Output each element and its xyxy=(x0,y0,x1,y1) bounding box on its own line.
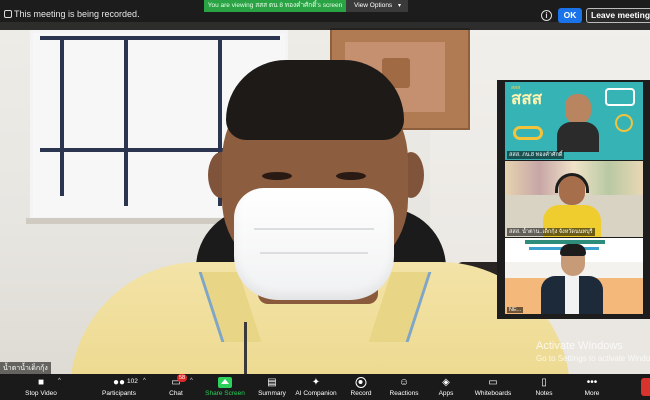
chevron-up-icon[interactable]: ^ xyxy=(190,378,193,384)
end-meeting-button[interactable] xyxy=(641,378,650,396)
participant-tile[interactable]: สสส. น้ำตาน..เด็กกุ้ง จังหวัดนนทบุรี xyxy=(505,161,643,237)
emoji-icon: ☺ xyxy=(398,377,410,388)
apps-button[interactable]: ◈ Apps xyxy=(434,374,458,400)
thaihealth-logo: สสส xyxy=(511,89,543,109)
recording-icon xyxy=(4,10,12,18)
record-button[interactable]: Record xyxy=(348,374,374,400)
whiteboards-button[interactable]: ▭ Whiteboards xyxy=(474,374,512,400)
record-icon xyxy=(355,377,367,388)
notes-icon: ▯ xyxy=(541,377,547,388)
whiteboard-icon: ▭ xyxy=(488,377,498,388)
zoom-meeting-window: This meeting is being recorded. i OK Lea… xyxy=(0,0,650,400)
participant-tile[interactable]: สสส สสส สสส. ภน.8 ทองคำศักดิ์ xyxy=(505,82,643,160)
infinity-icon xyxy=(513,126,543,140)
more-icon: ••• xyxy=(586,377,598,388)
ai-companion-button[interactable]: ✦ AI Companion xyxy=(294,374,338,400)
summary-button[interactable]: ▤ Summary xyxy=(256,374,288,400)
video-camera-icon: ■ xyxy=(37,377,45,388)
summary-icon: ▤ xyxy=(267,377,277,388)
chat-unread-badge: 58 xyxy=(177,374,188,382)
lightbulb-icon xyxy=(615,114,633,132)
reactions-button[interactable]: ☺ Reactions xyxy=(388,374,420,400)
recording-status: This meeting is being recorded. xyxy=(14,9,140,19)
participants-icon: ●● xyxy=(112,377,126,388)
participant-tile[interactable]: NE... xyxy=(505,238,643,314)
viewing-screen-banner: You are viewing สสส ตน 8 ทองคำศักดิ์'s s… xyxy=(204,0,346,12)
apps-icon: ◈ xyxy=(442,377,450,388)
share-screen-button[interactable]: Share Screen xyxy=(204,374,246,400)
info-icon[interactable]: i xyxy=(541,10,552,21)
participant-thumbnails: สสส สสส สสส. ภน.8 ทองคำศักดิ์ สสส. น้ำตา… xyxy=(497,80,650,319)
sparkle-icon: ✦ xyxy=(311,377,321,388)
chevron-down-icon[interactable]: ▾ xyxy=(398,0,401,12)
more-button[interactable]: ••• More xyxy=(578,374,606,400)
face-mask xyxy=(234,188,394,300)
leave-meeting-button[interactable]: Leave meeting xyxy=(586,8,650,23)
activate-windows-watermark: Activate Windows Go to Settings to activ… xyxy=(536,340,650,363)
notes-button[interactable]: ▯ Notes xyxy=(532,374,556,400)
participant-name: สสส. ภน.8 ทองคำศักดิ์ xyxy=(507,151,565,159)
chevron-up-icon[interactable]: ^ xyxy=(58,378,61,384)
participant-name: NE... xyxy=(507,307,524,313)
participant-name: สสส. น้ำตาน..เด็กกุ้ง จังหวัดนนทบุรี xyxy=(507,228,595,236)
participants-count: 102 xyxy=(127,378,138,385)
meeting-toolbar: ■ Stop Video ^ ●● Participants 102 ^ ▭ C… xyxy=(0,374,650,400)
chevron-up-icon[interactable]: ^ xyxy=(143,378,146,384)
speech-bubble-icon xyxy=(605,88,635,106)
share-screen-icon xyxy=(218,377,232,388)
ok-button[interactable]: OK xyxy=(558,8,582,23)
